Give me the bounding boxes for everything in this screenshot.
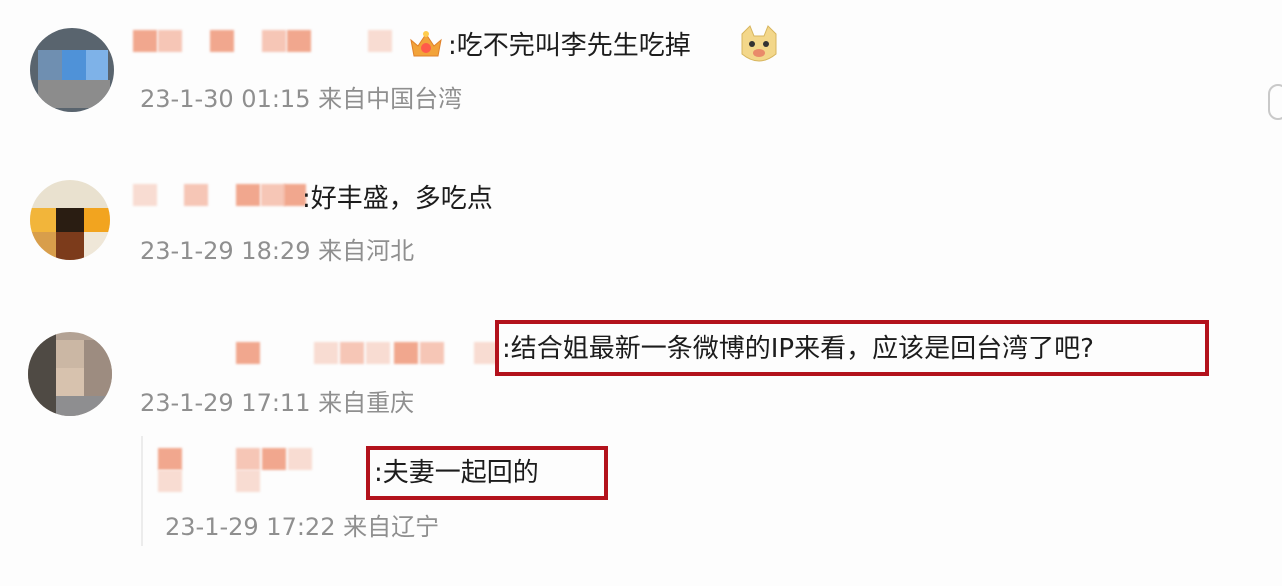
- avatar-pixel: [38, 50, 62, 80]
- avatar-pixel: [30, 232, 56, 260]
- comment-meta: 23-1-29 17:11 来自重庆: [140, 389, 415, 417]
- avatar-pixel: [28, 332, 56, 416]
- scrollbar-handle[interactable]: [1268, 84, 1282, 120]
- avatar[interactable]: [30, 28, 114, 112]
- doge-emoji-icon: [738, 24, 780, 68]
- comment-text: :结合姐最新一条微博的IP来看，应该是回台湾了吧?: [502, 334, 1094, 364]
- avatar-pixel: [56, 232, 84, 260]
- avatar-pixel: [84, 208, 110, 232]
- avatar-pixel: [84, 232, 110, 260]
- avatar[interactable]: [28, 332, 112, 416]
- comment-text: :好丰盛，多吃点: [302, 184, 493, 214]
- avatar-pixel: [56, 340, 84, 368]
- avatar-pixel: [38, 80, 110, 108]
- avatar-pixel: [62, 50, 86, 80]
- avatar-pixel: [84, 340, 112, 396]
- vip-crown-icon: [408, 28, 444, 62]
- avatar-pixel: [56, 396, 112, 416]
- avatar[interactable]: [30, 180, 110, 260]
- reply-text: :夫妻一起回的: [374, 458, 539, 488]
- comment-meta: 23-1-30 01:15 来自中国台湾: [140, 85, 463, 113]
- reply-thread-line: [141, 436, 143, 546]
- comment-meta: 23-1-29 18:29 来自河北: [140, 237, 415, 265]
- avatar-pixel: [30, 208, 56, 232]
- avatar-pixel: [56, 208, 84, 232]
- avatar-pixel: [86, 50, 108, 80]
- comment-text: :吃不完叫李先生吃掉: [448, 31, 691, 61]
- reply-meta: 23-1-29 17:22 来自辽宁: [165, 513, 440, 541]
- avatar-pixel: [56, 368, 84, 396]
